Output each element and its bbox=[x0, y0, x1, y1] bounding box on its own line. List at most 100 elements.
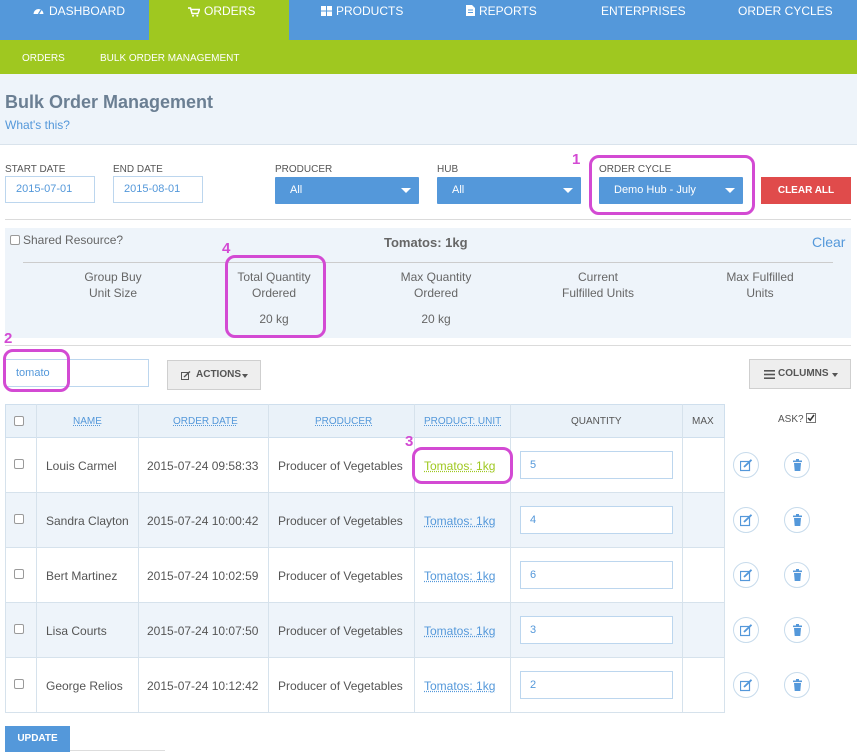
producer-select[interactable]: All bbox=[275, 177, 419, 204]
actions-button[interactable]: ACTIONS bbox=[167, 360, 261, 390]
column-header-product-unit[interactable]: PRODUCT: UNIT bbox=[424, 416, 501, 427]
columns-button[interactable]: COLUMNS bbox=[749, 359, 851, 389]
delete-button[interactable] bbox=[784, 452, 810, 478]
row-checkbox[interactable] bbox=[14, 679, 24, 689]
footer-divider bbox=[70, 750, 165, 751]
quantity-input[interactable]: 2 bbox=[520, 671, 673, 699]
tab-enterprises-label: ENTERPRISES bbox=[601, 4, 686, 18]
dashboard-icon bbox=[33, 9, 44, 15]
tab-order-cycles[interactable]: ORDER CYCLES bbox=[704, 0, 857, 40]
edit-button[interactable] bbox=[733, 617, 759, 643]
column-header-order-date[interactable]: ORDER DATE bbox=[173, 416, 238, 427]
caret-down-icon bbox=[242, 374, 248, 378]
chevron-down-icon bbox=[401, 188, 411, 193]
trash-icon bbox=[793, 679, 802, 691]
column-header-name[interactable]: NAME bbox=[73, 416, 102, 427]
summary-product: Tomatos: 1kg bbox=[384, 235, 468, 250]
column-separator bbox=[36, 404, 37, 713]
hub-select[interactable]: All bbox=[437, 177, 581, 204]
shared-resource-checkbox[interactable] bbox=[10, 235, 20, 245]
row-checkbox[interactable] bbox=[14, 514, 24, 524]
annotation-highlight bbox=[589, 155, 755, 215]
row-producer: Producer of Vegetables bbox=[278, 624, 403, 638]
tab-reports-label: REPORTS bbox=[479, 4, 537, 18]
tab-reports[interactable]: REPORTS bbox=[434, 0, 569, 40]
max-quantity-value: 20 kg bbox=[421, 312, 451, 326]
current-line2: Fulfilled Units bbox=[561, 286, 635, 300]
column-header-producer[interactable]: PRODUCER bbox=[315, 416, 372, 427]
annotation-number: 2 bbox=[4, 330, 13, 347]
subtab-orders[interactable]: ORDERS bbox=[22, 53, 65, 64]
column-separator bbox=[268, 404, 269, 713]
row-name: George Relios bbox=[46, 679, 123, 693]
group-buy-unit-size: Group Buy Unit Size bbox=[53, 269, 173, 301]
quantity-input[interactable]: 3 bbox=[520, 616, 673, 644]
max-fulfilled-line2: Units bbox=[746, 286, 774, 300]
row-checkbox[interactable] bbox=[14, 569, 24, 579]
column-header-quantity: QUANTITY bbox=[571, 416, 622, 427]
column-separator bbox=[682, 404, 683, 713]
summary-clear-link[interactable]: Clear bbox=[812, 234, 845, 250]
document-icon bbox=[466, 5, 475, 16]
row-producer: Producer of Vegetables bbox=[278, 679, 403, 693]
row-product-link[interactable]: Tomatos: 1kg bbox=[424, 569, 495, 583]
clear-all-button[interactable]: CLEAR ALL bbox=[761, 177, 851, 204]
quantity-input[interactable]: 6 bbox=[520, 561, 673, 589]
edit-button[interactable] bbox=[733, 672, 759, 698]
delete-button[interactable] bbox=[784, 507, 810, 533]
edit-button[interactable] bbox=[733, 452, 759, 478]
caret-down-icon bbox=[832, 373, 838, 377]
column-header-ask: ASK? bbox=[778, 414, 804, 425]
top-nav: DASHBOARD ORDERS PRODUCTS REPORTS ENTERP… bbox=[0, 0, 857, 40]
start-date-input[interactable]: 2015-07-01 bbox=[5, 176, 95, 203]
grid-icon bbox=[321, 6, 332, 16]
ask-checkbox[interactable] bbox=[806, 413, 816, 423]
max-fulfilled-line1: Max Fulfilled bbox=[726, 270, 794, 284]
row-producer: Producer of Vegetables bbox=[278, 569, 403, 583]
max-qty-line2: Ordered bbox=[413, 286, 459, 300]
summary-divider bbox=[23, 262, 833, 263]
menu-icon bbox=[764, 370, 775, 379]
tab-products-label: PRODUCTS bbox=[336, 4, 404, 18]
trash-icon bbox=[793, 569, 802, 581]
quantity-input[interactable]: 5 bbox=[520, 451, 673, 479]
trash-icon bbox=[793, 459, 802, 471]
select-all-checkbox[interactable] bbox=[14, 416, 24, 426]
column-header-max: MAX bbox=[692, 416, 714, 427]
tab-orders[interactable]: ORDERS bbox=[149, 0, 289, 40]
cart-icon bbox=[188, 7, 200, 17]
columns-label: COLUMNS bbox=[778, 368, 829, 379]
trash-icon bbox=[793, 624, 802, 636]
edit-icon bbox=[181, 371, 191, 380]
tab-products[interactable]: PRODUCTS bbox=[289, 0, 434, 40]
row-product-link[interactable]: Tomatos: 1kg bbox=[424, 624, 495, 638]
end-date-label: END DATE bbox=[113, 164, 163, 175]
tab-order-cycles-label: ORDER CYCLES bbox=[738, 4, 833, 18]
subtab-bulk-order-management[interactable]: BULK ORDER MANAGEMENT bbox=[100, 53, 239, 64]
quantity-input[interactable]: 4 bbox=[520, 506, 673, 534]
tab-orders-label: ORDERS bbox=[204, 4, 256, 18]
edit-button[interactable] bbox=[733, 507, 759, 533]
delete-button[interactable] bbox=[784, 672, 810, 698]
edit-button[interactable] bbox=[733, 562, 759, 588]
row-name: Louis Carmel bbox=[46, 459, 117, 473]
row-order-date: 2015-07-24 09:58:33 bbox=[147, 459, 259, 473]
delete-button[interactable] bbox=[784, 562, 810, 588]
row-producer: Producer of Vegetables bbox=[278, 459, 403, 473]
update-button[interactable]: UPDATE bbox=[5, 726, 70, 752]
help-link[interactable]: What's this? bbox=[5, 118, 70, 132]
delete-button[interactable] bbox=[784, 617, 810, 643]
row-checkbox[interactable] bbox=[14, 459, 24, 469]
edit-icon bbox=[740, 459, 753, 472]
row-product-link[interactable]: Tomatos: 1kg bbox=[424, 514, 495, 528]
row-product-link[interactable]: Tomatos: 1kg bbox=[424, 679, 495, 693]
sub-nav: ORDERS BULK ORDER MANAGEMENT bbox=[0, 40, 857, 74]
end-date-input[interactable]: 2015-08-01 bbox=[113, 176, 203, 203]
hub-select-value: All bbox=[452, 184, 465, 196]
actions-label: ACTIONS bbox=[196, 369, 241, 380]
tab-enterprises[interactable]: ENTERPRISES bbox=[569, 0, 704, 40]
tab-dashboard[interactable]: DASHBOARD bbox=[0, 0, 149, 40]
annotation-highlight bbox=[412, 447, 513, 484]
start-date-label: START DATE bbox=[5, 164, 66, 175]
row-checkbox[interactable] bbox=[14, 624, 24, 634]
